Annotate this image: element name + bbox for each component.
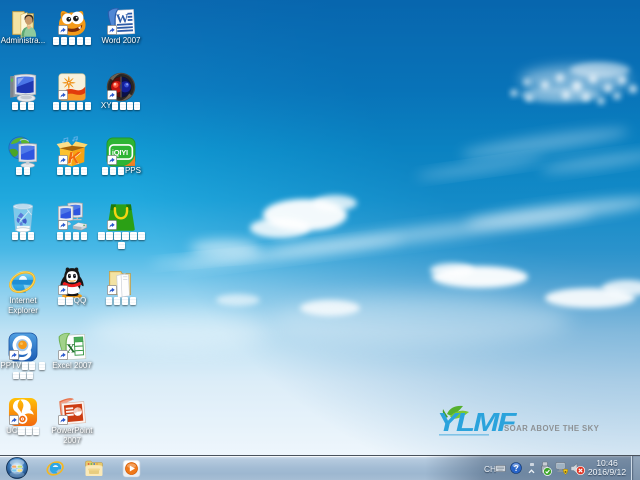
svg-text:?: ? bbox=[514, 464, 519, 473]
svg-text:SOAR ABOVE THE SKY: SOAR ABOVE THE SKY bbox=[504, 424, 600, 433]
svg-text:K: K bbox=[68, 148, 82, 167]
